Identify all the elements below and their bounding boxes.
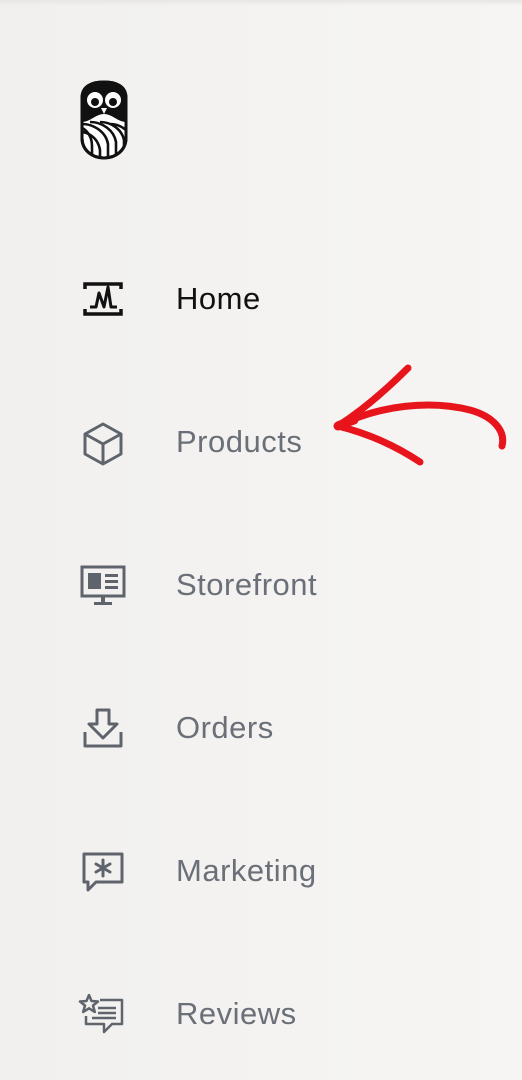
sidebar-item-marketing[interactable]: Marketing xyxy=(0,831,522,911)
sidebar-item-label: Products xyxy=(176,424,303,459)
sidebar-item-label: Storefront xyxy=(176,567,318,602)
sidebar-item-reviews[interactable]: Reviews xyxy=(0,974,522,1054)
speech-bubble-asterisk-icon xyxy=(78,851,128,895)
home-chart-icon xyxy=(78,279,128,323)
sidebar-item-orders[interactable]: Orders xyxy=(0,688,522,768)
top-shade xyxy=(0,0,522,6)
star-list-icon xyxy=(78,993,128,1038)
sidebar-item-label: Home xyxy=(176,281,261,316)
storefront-monitor-icon xyxy=(78,565,128,609)
sidebar-item-label: Marketing xyxy=(176,853,317,888)
sidebar-item-label: Reviews xyxy=(176,996,297,1031)
sidebar: Home Products Storefront Orders Marketin… xyxy=(0,0,522,1080)
box-icon xyxy=(78,422,128,466)
sidebar-item-home[interactable]: Home xyxy=(0,259,522,339)
download-tray-icon xyxy=(78,708,128,752)
sidebar-item-label: Orders xyxy=(176,710,274,745)
sidebar-item-storefront[interactable]: Storefront xyxy=(0,545,522,625)
red-arrow-annotation xyxy=(320,360,520,475)
owl-logo-icon[interactable] xyxy=(78,80,130,160)
